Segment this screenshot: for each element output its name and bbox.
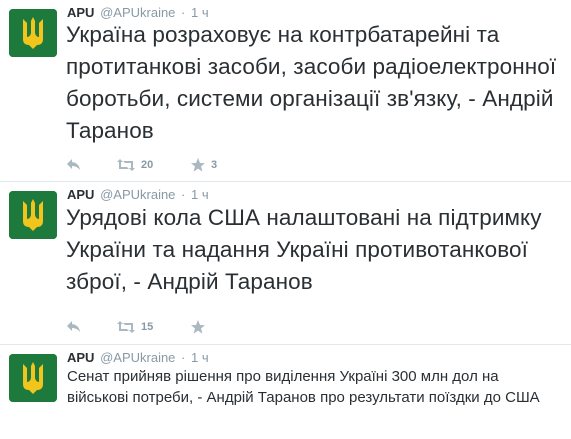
- tweet-fullname[interactable]: APU: [67, 187, 94, 202]
- trident-icon: [9, 191, 57, 239]
- tweet-timestamp[interactable]: 1 ч: [191, 187, 209, 202]
- tweet-actions: 15: [67, 317, 251, 337]
- tweet-header: APU @APUkraine · 1 ч: [67, 350, 209, 366]
- reply-icon: [67, 159, 80, 170]
- tweet-timestamp[interactable]: 1 ч: [191, 350, 209, 365]
- trident-icon: [9, 354, 57, 402]
- tweet-text: Україна розраховує на контрбатарейні та …: [66, 22, 557, 143]
- retweet-button[interactable]: 20: [117, 159, 191, 171]
- tweet-text: Сенат прийняв рішення про виділення Укра…: [67, 368, 540, 406]
- avatar[interactable]: [9, 9, 57, 57]
- tweet-fullname[interactable]: APU: [67, 350, 94, 365]
- retweet-count: 15: [141, 321, 154, 333]
- star-icon: [191, 320, 205, 334]
- timeline: APU @APUkraine · 1 ч Україна розраховує …: [0, 0, 571, 439]
- separator: ·: [181, 350, 186, 365]
- star-icon: [191, 158, 205, 172]
- reply-icon: [67, 321, 80, 332]
- tweet-actions: 20 3: [67, 155, 251, 175]
- tweet-header: APU @APUkraine · 1 ч: [67, 187, 209, 203]
- favorite-count: 3: [211, 159, 218, 171]
- retweet-icon: [117, 321, 135, 333]
- avatar[interactable]: [9, 191, 57, 239]
- separator: ·: [181, 5, 186, 20]
- reply-button[interactable]: [67, 159, 117, 171]
- favorite-button[interactable]: [191, 320, 251, 334]
- tweet-timestamp[interactable]: 1 ч: [191, 5, 209, 20]
- reply-button[interactable]: [67, 321, 117, 333]
- tweet-username[interactable]: @APUkraine: [100, 187, 175, 202]
- tweet[interactable]: APU @APUkraine · 1 ч Україна розраховує …: [0, 0, 571, 182]
- tweet-username[interactable]: @APUkraine: [100, 5, 175, 20]
- favorite-button[interactable]: 3: [191, 158, 251, 172]
- avatar[interactable]: [9, 354, 57, 402]
- tweet-fullname[interactable]: APU: [67, 5, 94, 20]
- retweet-count: 20: [141, 159, 154, 171]
- retweet-icon: [117, 159, 135, 171]
- separator: ·: [181, 187, 186, 202]
- trident-icon: [9, 9, 57, 57]
- tweet-text: Урядові кола США налаштовані на підтримк…: [66, 205, 542, 294]
- retweet-button[interactable]: 15: [117, 321, 191, 333]
- tweet[interactable]: APU @APUkraine · 1 ч Урядові кола США на…: [0, 182, 571, 345]
- tweet-username[interactable]: @APUkraine: [100, 350, 175, 365]
- tweet[interactable]: APU @APUkraine · 1 ч Сенат прийняв рішен…: [0, 345, 571, 439]
